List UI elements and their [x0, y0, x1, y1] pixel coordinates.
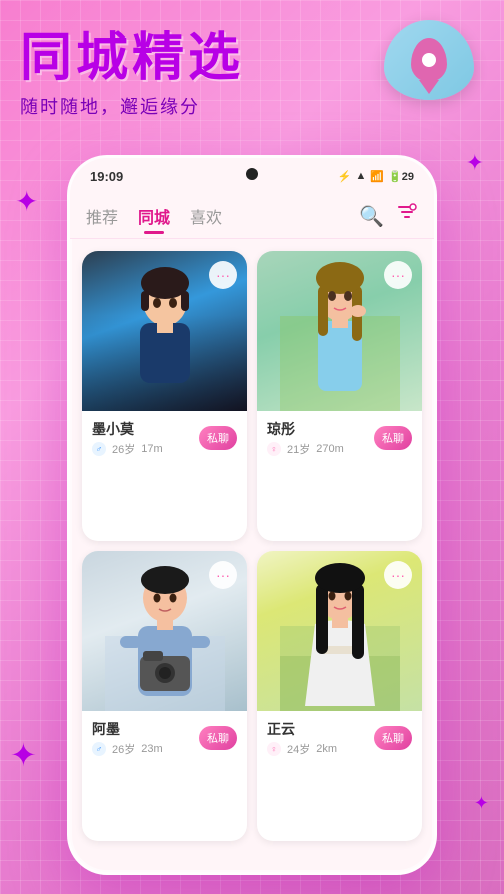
user-meta-2: ♀ 21岁 270m: [267, 441, 344, 457]
location-pin: [411, 38, 447, 82]
location-icon: [384, 20, 474, 110]
more-dots-1[interactable]: ···: [209, 261, 237, 289]
bluetooth-icon: ⚡: [338, 170, 352, 183]
user-photo-3: ···: [82, 551, 247, 711]
tab-nearby[interactable]: 同城: [138, 200, 170, 232]
user-card-3[interactable]: ··· 阿墨 ♂ 26岁 23m 私聊: [82, 551, 247, 841]
user-card-info-3: 阿墨 ♂ 26岁 23m 私聊: [82, 711, 247, 765]
user-meta-3: ♂ 26岁 23m: [92, 741, 163, 757]
gender-icon-4: ♀: [267, 742, 281, 756]
user-card-4[interactable]: ··· 正云 ♀ 24岁 2km 私聊: [257, 551, 422, 841]
search-icon[interactable]: 🔍: [359, 204, 384, 229]
filter-icon[interactable]: [396, 202, 418, 230]
more-dots-3[interactable]: ···: [209, 561, 237, 589]
nav-tabs: 推荐 同城 喜欢 🔍: [70, 194, 434, 239]
status-time: 19:09: [90, 169, 123, 184]
gender-icon-3: ♂: [92, 742, 106, 756]
user-card-1[interactable]: ··· 墨小莫 ♂ 26岁 17m 私聊: [82, 251, 247, 541]
tab-recommend[interactable]: 推荐: [86, 200, 118, 232]
battery-icon: 🔋29: [388, 170, 414, 183]
user-photo-2: ···: [257, 251, 422, 411]
camera-notch: [246, 168, 258, 180]
user-name-1: 墨小莫: [92, 419, 163, 439]
tab-likes[interactable]: 喜欢: [190, 200, 222, 232]
chat-btn-3[interactable]: 私聊: [199, 726, 237, 750]
signal-icon: ▲: [355, 170, 366, 182]
user-meta-1: ♂ 26岁 17m: [92, 441, 163, 457]
user-card-info-1: 墨小莫 ♂ 26岁 17m 私聊: [82, 411, 247, 465]
sparkle-icon-2: ✦: [466, 150, 484, 176]
status-icons: ⚡ ▲ 📶 🔋29: [338, 170, 414, 183]
location-icon-bg: [384, 20, 474, 100]
hero-subtitle: 随时随地，邂逅缘分: [20, 93, 200, 119]
more-dots-2[interactable]: ···: [384, 261, 412, 289]
user-card-2[interactable]: ··· 琼彤 ♀ 21岁 270m 私聊: [257, 251, 422, 541]
location-pin-inner: [422, 53, 436, 67]
user-name-3: 阿墨: [92, 719, 163, 739]
sparkle-icon-4: ✦: [474, 793, 489, 814]
user-name-4: 正云: [267, 719, 337, 739]
user-card-info-4: 正云 ♀ 24岁 2km 私聊: [257, 711, 422, 765]
user-photo-4: ···: [257, 551, 422, 711]
user-meta-4: ♀ 24岁 2km: [267, 741, 337, 757]
gender-icon-2: ♀: [267, 442, 281, 456]
user-photo-1: ···: [82, 251, 247, 411]
hero-section: 同城精选 随时随地，邂逅缘分: [0, 0, 504, 129]
chat-btn-1[interactable]: 私聊: [199, 426, 237, 450]
gender-icon-1: ♂: [92, 442, 106, 456]
sparkle-icon-1: ✦: [15, 185, 38, 218]
more-dots-4[interactable]: ···: [384, 561, 412, 589]
user-card-info-2: 琼彤 ♀ 21岁 270m 私聊: [257, 411, 422, 465]
wifi-icon: 📶: [370, 170, 384, 183]
chat-btn-4[interactable]: 私聊: [374, 726, 412, 750]
phone-frame: 19:09 ⚡ ▲ 📶 🔋29 推荐 同城 喜欢 🔍: [67, 155, 437, 875]
nav-actions: 🔍: [359, 202, 418, 230]
sparkle-icon-3: ✦: [10, 736, 37, 774]
hero-title: 同城精选: [20, 30, 244, 87]
user-grid: ··· 墨小莫 ♂ 26岁 17m 私聊: [70, 239, 434, 853]
user-name-2: 琼彤: [267, 419, 344, 439]
chat-btn-2[interactable]: 私聊: [374, 426, 412, 450]
